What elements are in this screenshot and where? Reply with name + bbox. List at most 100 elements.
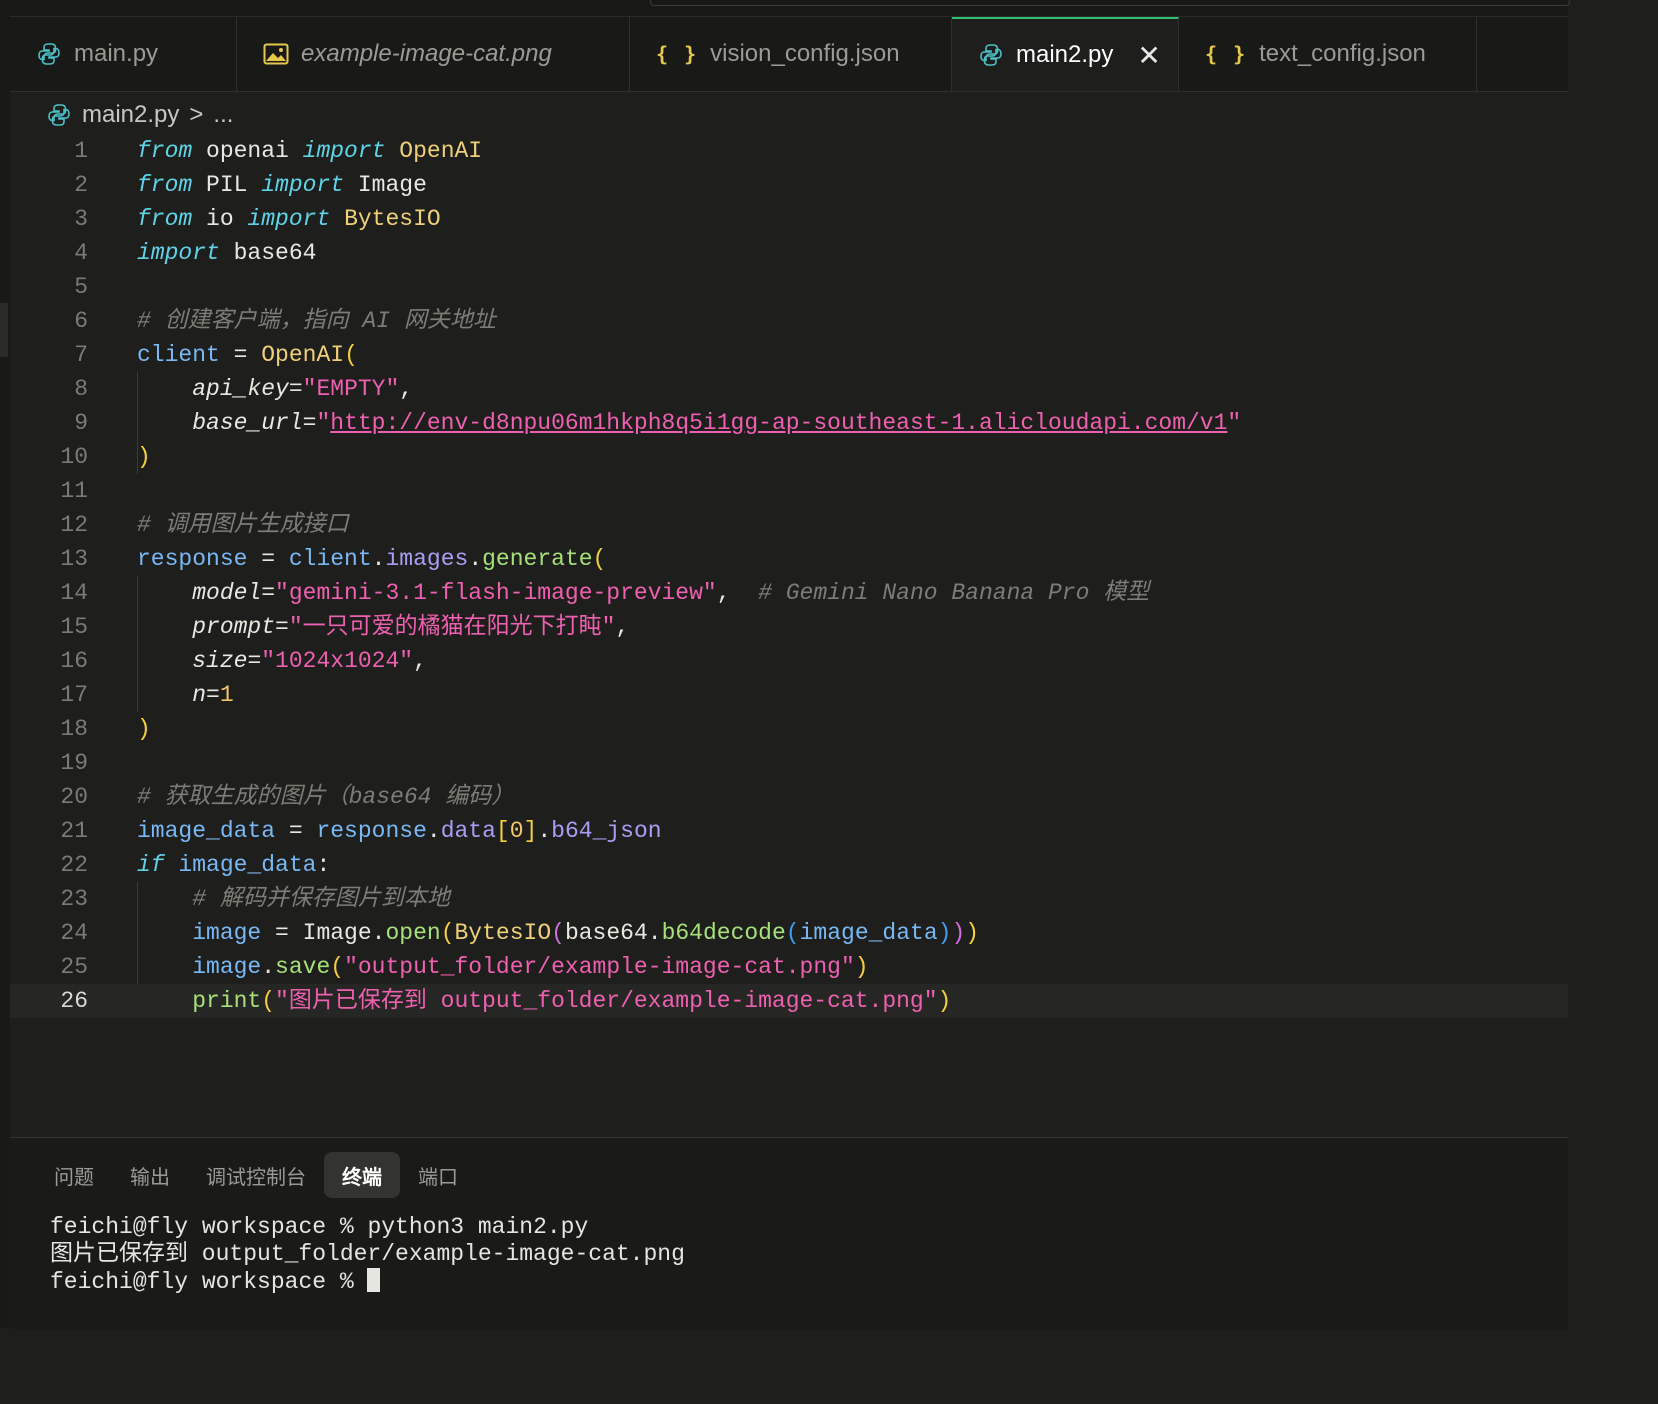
- code-text: from openai import OpenAI: [137, 134, 482, 168]
- code-text: base_url="http://env-d8npu06m1hkph8q5i1g…: [137, 406, 1241, 440]
- code-token: image_data: [178, 852, 317, 878]
- panel-tabs: 问题 输出 调试控制台 终端 端口: [36, 1152, 476, 1198]
- code-token: n: [192, 682, 207, 708]
- line-number: 9: [74, 410, 88, 436]
- code-line[interactable]: 16 size="1024x1024",: [10, 644, 1568, 678]
- python-icon: [48, 104, 70, 126]
- code-token: "一只可爱的橘猫在阳光下打盹": [288, 614, 616, 640]
- code-token: # 获取生成的图片（base64 编码）: [137, 784, 515, 810]
- line-number: 10: [60, 444, 88, 470]
- code-token: =: [275, 614, 289, 640]
- code-line[interactable]: 20 # 获取生成的图片（base64 编码）: [10, 780, 1568, 814]
- code-token: from: [137, 172, 193, 198]
- line-number: 14: [60, 580, 88, 606]
- json-braces-icon: { }: [1205, 42, 1248, 66]
- code-line[interactable]: 18): [10, 712, 1568, 746]
- top-scrollbar[interactable]: [650, 0, 1570, 6]
- code-token: ): [951, 920, 966, 946]
- code-editor[interactable]: 1 from openai import OpenAI 2 from PIL impo…: [10, 134, 1568, 1134]
- code-token: import: [302, 138, 386, 164]
- breadcrumb-symbol[interactable]: ...: [213, 101, 233, 129]
- tab-label: text_config.json: [1259, 40, 1426, 67]
- code-line[interactable]: 19: [10, 746, 1568, 780]
- line-number: 5: [74, 274, 88, 300]
- tab-label: main.py: [74, 40, 159, 67]
- code-token: ,: [413, 648, 427, 674]
- code-token: (: [551, 920, 565, 946]
- code-line[interactable]: 2 from PIL import Image: [10, 168, 1568, 202]
- panel-tab[interactable]: 问题: [36, 1152, 112, 1198]
- code-text: ): [137, 440, 151, 474]
- code-token: base64: [219, 240, 317, 266]
- code-text: from PIL import Image: [137, 168, 427, 202]
- tab-vision-config-json[interactable]: { } vision_config.json: [630, 17, 952, 91]
- code-line[interactable]: 25 image.save("output_folder/example-ima…: [10, 950, 1568, 984]
- code-token: images: [385, 546, 469, 572]
- window-top-bar: [0, 0, 1570, 17]
- code-token: "图片已保存到 output_folder/example-image-cat.…: [275, 988, 938, 1014]
- code-text: n=1: [137, 678, 233, 712]
- code-line[interactable]: 15 prompt="一只可爱的橘猫在阳光下打盹",: [10, 610, 1568, 644]
- code-token: b64_json: [551, 818, 662, 844]
- code-line[interactable]: 14 model="gemini-3.1-flash-image-preview…: [10, 576, 1568, 610]
- code-line[interactable]: 7 client = OpenAI(: [10, 338, 1568, 372]
- line-number: 18: [60, 716, 88, 742]
- code-token: # 创建客户端，指向 AI 网关地址: [137, 308, 496, 334]
- code-line[interactable]: 8 api_key="EMPTY",: [10, 372, 1568, 406]
- line-number: 11: [60, 478, 88, 504]
- panel-tab[interactable]: 输出: [112, 1152, 188, 1198]
- tab-example-image-cat-png[interactable]: example-image-cat.png: [237, 17, 630, 91]
- code-line[interactable]: 26 print("图片已保存到 output_folder/example-i…: [10, 984, 1568, 1018]
- tab-label: example-image-cat.png: [301, 40, 552, 67]
- breadcrumb: main2.py > ...: [46, 98, 233, 132]
- code-token: (: [330, 954, 345, 980]
- code-line[interactable]: 23 # 解码并保存图片到本地: [10, 882, 1568, 916]
- code-token: import: [247, 206, 331, 232]
- code-line[interactable]: 5: [10, 270, 1568, 304]
- code-line[interactable]: 10): [10, 440, 1568, 474]
- code-token: response: [316, 818, 427, 844]
- code-token: "output_folder/example-image-cat.png": [344, 954, 855, 980]
- code-line[interactable]: 4 import base64: [10, 236, 1568, 270]
- line-number: 23: [60, 886, 88, 912]
- close-icon[interactable]: ✕: [1137, 39, 1160, 72]
- code-token: =: [275, 818, 317, 844]
- tab-text-config-json[interactable]: { } text_config.json: [1179, 17, 1477, 91]
- code-token: ,: [716, 580, 759, 606]
- code-line[interactable]: 11: [10, 474, 1568, 508]
- code-line[interactable]: 13 response = client.images.generate(: [10, 542, 1568, 576]
- tab-main2-py[interactable]: main2.py ✕: [952, 17, 1179, 91]
- terminal-prompt: feichi@fly workspace %: [50, 1269, 368, 1295]
- code-line[interactable]: 12 # 调用图片生成接口: [10, 508, 1568, 542]
- code-token: client: [288, 546, 372, 572]
- line-number: 1: [74, 138, 88, 164]
- panel-tab[interactable]: 终端: [324, 1152, 400, 1198]
- terminal-output[interactable]: feichi@fly workspace % python3 main2.py 图…: [50, 1214, 685, 1296]
- panel-tab[interactable]: 端口: [400, 1152, 476, 1198]
- code-text: ): [137, 712, 151, 746]
- code-line[interactable]: 24 image = Image.open(BytesIO(base64.b64…: [10, 916, 1568, 950]
- code-line[interactable]: 1 from openai import OpenAI: [10, 134, 1568, 168]
- code-token: OpenAI: [399, 138, 483, 164]
- tab-main-py[interactable]: main.py: [10, 17, 237, 91]
- code-text: image_data = response.data[0].b64_json: [137, 814, 662, 848]
- code-line[interactable]: 6 # 创建客户端，指向 AI 网关地址: [10, 304, 1568, 338]
- code-line[interactable]: 3 from io import BytesIO: [10, 202, 1568, 236]
- python-icon: [38, 43, 60, 65]
- panel-tab[interactable]: 调试控制台: [188, 1152, 324, 1198]
- code-token: http://env-d8npu06m1hkph8q5i1gg-ap-south…: [330, 410, 1228, 436]
- code-token: # 解码并保存图片到本地: [192, 886, 450, 912]
- code-token: Image: [344, 172, 427, 198]
- code-line[interactable]: 21 image_data = response.data[0].b64_json: [10, 814, 1568, 848]
- code-line[interactable]: 22 if image_data:: [10, 848, 1568, 882]
- bottom-panel: 问题 输出 调试控制台 终端 端口 feichi@fly workspace % pyt…: [10, 1137, 1568, 1329]
- code-line[interactable]: 17 n=1: [10, 678, 1568, 712]
- code-line[interactable]: 9 base_url="http://env-d8npu06m1hkph8q5i…: [10, 406, 1568, 440]
- code-token: b64decode: [661, 920, 786, 946]
- code-token: import: [137, 240, 220, 266]
- breadcrumb-file[interactable]: main2.py: [82, 101, 179, 129]
